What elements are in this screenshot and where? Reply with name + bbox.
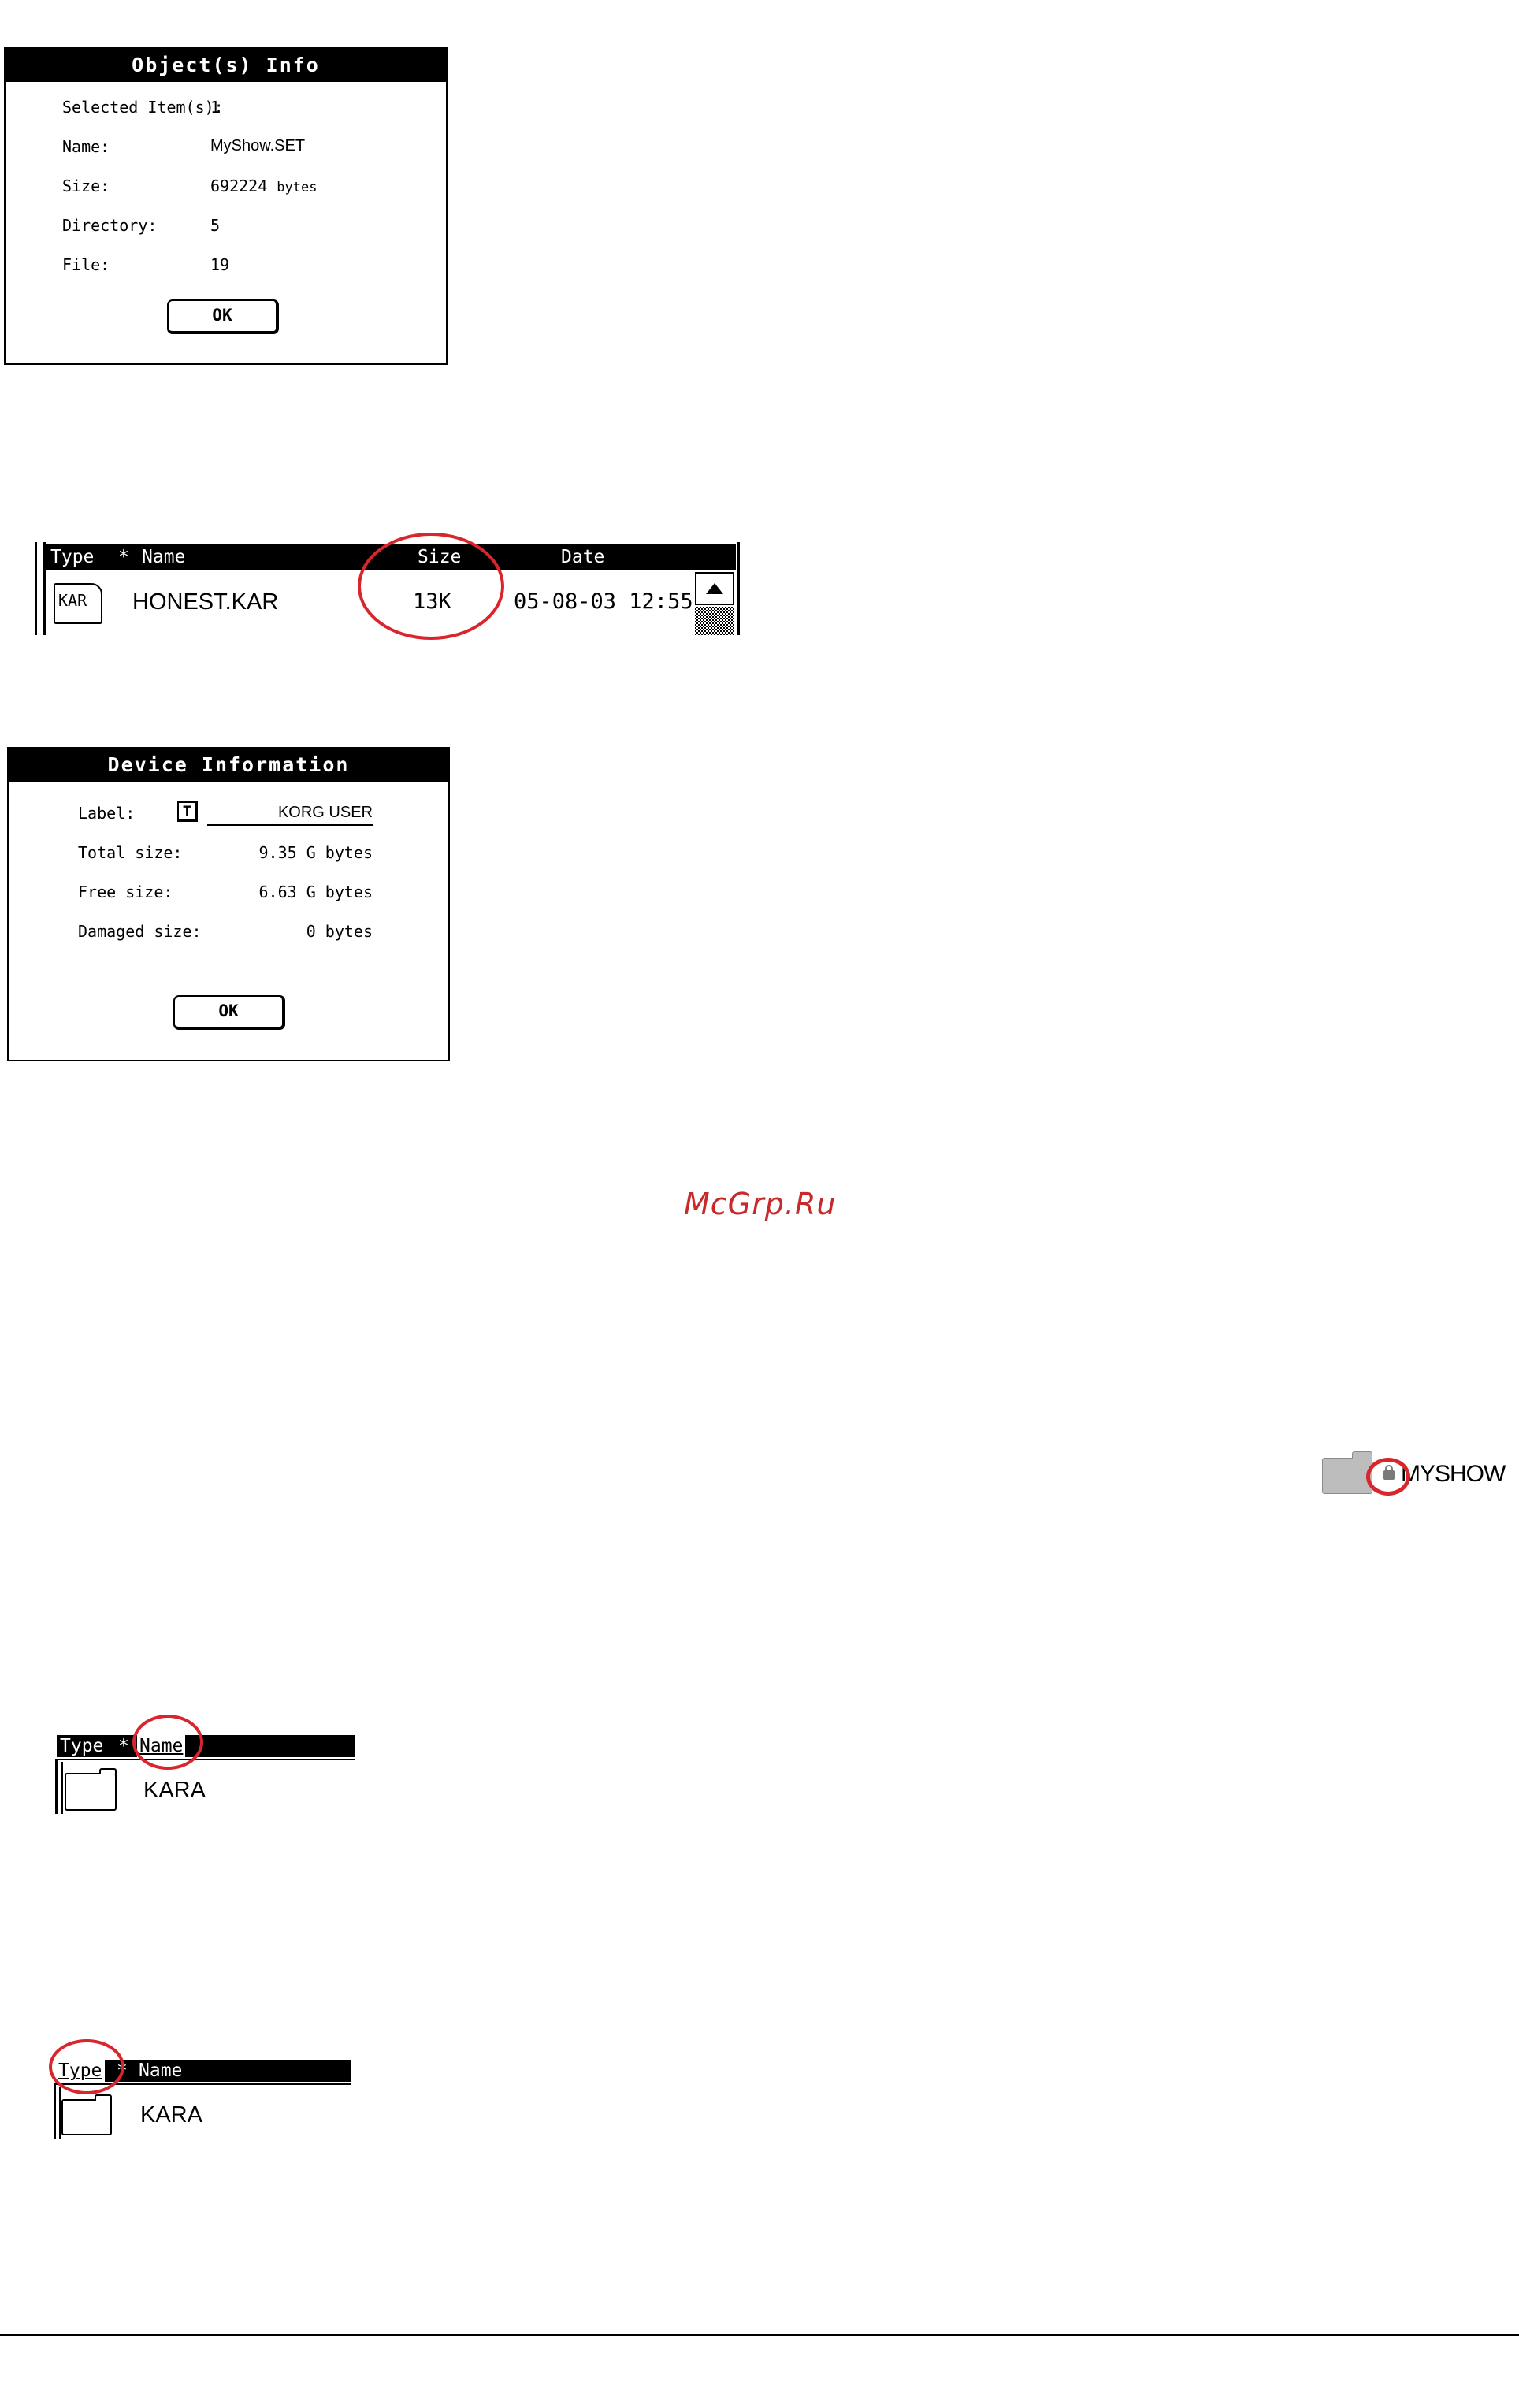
- field-value: 6.63 G bytes: [258, 883, 373, 901]
- scrollbar-track[interactable]: [695, 607, 734, 635]
- folder-name[interactable]: KARA: [140, 2102, 202, 2128]
- kar-icon-text: KAR: [58, 591, 87, 610]
- size-number: 692224: [210, 177, 268, 195]
- folder-tab: [1352, 1451, 1372, 1459]
- column-sort-marker: *: [118, 1736, 129, 1756]
- field-label: Directory:: [62, 216, 158, 235]
- ok-button[interactable]: OK: [173, 995, 285, 1030]
- field-value: 19: [210, 255, 230, 274]
- field-label: Total size:: [78, 843, 183, 862]
- sort-by-type-example: Type * Name KARA: [49, 2039, 353, 2142]
- highlight-circle: [132, 1715, 203, 1770]
- field-value: 692224 bytes: [210, 177, 317, 195]
- list-left-border: [55, 1759, 58, 1814]
- folder-name: MYSHOW: [1401, 1461, 1506, 1487]
- header-rule: [57, 1759, 355, 1760]
- folder-icon: [1322, 1458, 1372, 1494]
- column-date[interactable]: Date: [561, 544, 604, 570]
- column-type[interactable]: Type: [50, 544, 94, 570]
- folder-name[interactable]: KARA: [143, 1778, 206, 1804]
- field-value: MyShow.SET: [210, 137, 306, 154]
- field-label: Size:: [62, 177, 110, 195]
- objects-info-dialog: Object(s) Info Selected Item(s): 1 Name:…: [4, 47, 448, 365]
- column-sort-marker: *: [118, 547, 129, 567]
- watermark-text: McGrp.Ru: [684, 1187, 837, 1221]
- column-name[interactable]: Name: [139, 2060, 182, 2082]
- column-type[interactable]: Type: [60, 1735, 103, 1757]
- file-list-size-example: Type * Name Size Date KAR HONEST.KAR 13K…: [35, 533, 744, 640]
- label-value-field[interactable]: KORG USER: [207, 804, 373, 826]
- kar-file-icon: KAR: [54, 583, 102, 624]
- field-value: 9.35 G bytes: [258, 843, 373, 862]
- folder-icon: [65, 1768, 117, 1811]
- column-name[interactable]: Name: [142, 544, 185, 570]
- list-header: Type * Name: [57, 1735, 355, 1757]
- up-arrow-icon: [706, 583, 723, 594]
- text-edit-icon[interactable]: T: [177, 801, 198, 822]
- field-value: 1: [210, 98, 221, 117]
- page-bottom-rule: [0, 2334, 1519, 2336]
- label-field-label: Label:: [78, 804, 136, 823]
- device-info-dialog: Device Information Label: T KORG USER To…: [7, 747, 450, 1061]
- file-name[interactable]: HONEST.KAR: [132, 589, 278, 615]
- dialog-title: Object(s) Info: [6, 49, 446, 82]
- locked-folder-item[interactable]: MYSHOW: [1322, 1448, 1511, 1503]
- highlight-circle: [1366, 1458, 1410, 1496]
- file-date: 05-08-03 12:55: [514, 589, 693, 614]
- list-left-border-inner: [61, 1762, 63, 1814]
- folder-icon: [61, 2094, 112, 2135]
- field-label: Name:: [62, 137, 110, 156]
- scroll-up-button[interactable]: [695, 572, 734, 605]
- field-label: Free size:: [78, 883, 173, 901]
- list-left-border: [35, 542, 37, 635]
- dialog-title: Device Information: [9, 749, 448, 782]
- highlight-circle: [49, 2039, 124, 2094]
- field-label: Damaged size:: [78, 922, 202, 941]
- field-value: 5: [210, 216, 221, 235]
- list-left-border: [54, 2083, 56, 2139]
- field-label: File:: [62, 255, 110, 274]
- field-label: Selected Item(s):: [62, 98, 224, 117]
- size-unit: bytes: [277, 180, 318, 195]
- ok-button[interactable]: OK: [167, 299, 279, 334]
- field-value: 0 bytes: [306, 922, 373, 941]
- highlight-circle: [358, 533, 504, 640]
- sort-by-name-example: Type * Name KARA: [55, 1715, 355, 1817]
- list-right-border: [737, 542, 740, 635]
